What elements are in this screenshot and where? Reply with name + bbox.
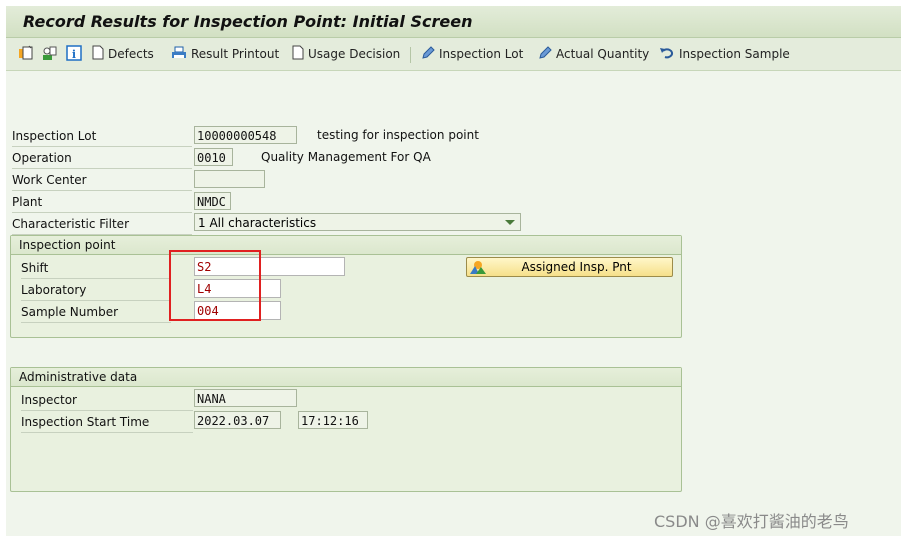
chevron-down-icon — [505, 220, 515, 225]
operation-field: 0010 — [194, 148, 233, 166]
result-printout-label: Result Printout — [191, 47, 280, 61]
inspection-lot-label: Inspection Lot — [12, 126, 192, 147]
result-printout-button[interactable]: Result Printout — [171, 45, 279, 63]
document-icon — [292, 45, 304, 63]
toolbar-separator — [410, 47, 411, 63]
inspection-lot-label: Inspection Lot — [439, 47, 524, 61]
title-bar: Record Results for Inspection Point: Ini… — [6, 6, 901, 38]
document-icon — [92, 45, 104, 63]
plant-field: NMDC — [194, 192, 231, 210]
inspector-field: NANA — [194, 389, 297, 407]
watermark: CSDN @喜欢打酱油的老鸟 — [654, 512, 849, 531]
operation-label: Operation — [12, 148, 192, 169]
svg-text:i: i — [72, 48, 76, 61]
plant-label: Plant — [12, 192, 192, 213]
operation-description: Quality Management For QA — [261, 150, 431, 164]
sample-number-label: Sample Number — [21, 302, 171, 323]
defects-label: Defects — [108, 47, 154, 61]
characteristic-filter-dropdown[interactable]: 1 All characteristics — [194, 213, 521, 231]
inspection-lot-description: testing for inspection point — [317, 128, 479, 142]
inspection-point-title: Inspection point — [11, 236, 681, 255]
assigned-insp-pnt-label: Assigned Insp. Pnt — [521, 260, 632, 274]
person-settings-icon — [41, 45, 57, 64]
inspection-start-time-field: 17:12:16 — [298, 411, 368, 429]
assigned-insp-pnt-button[interactable]: Assigned Insp. Pnt — [466, 257, 673, 277]
inspection-lot-field: 10000000548 — [194, 126, 297, 144]
new-entry-icon — [18, 45, 34, 64]
actual-quantity-label: Actual Quantity — [556, 47, 650, 61]
new-entry-button[interactable] — [18, 45, 38, 63]
administrative-data-title: Administrative data — [11, 368, 681, 387]
laboratory-label: Laboratory — [21, 280, 171, 301]
shift-label: Shift — [21, 258, 171, 279]
pencil-icon — [538, 45, 552, 63]
characteristic-filter-value: 1 All characteristics — [198, 216, 317, 230]
work-center-field — [194, 170, 265, 188]
defects-button[interactable]: Defects — [92, 45, 154, 63]
usage-decision-label: Usage Decision — [308, 47, 401, 61]
shift-input[interactable] — [194, 257, 345, 276]
pencil-icon — [421, 45, 435, 63]
inspection-sample-label: Inspection Sample — [679, 47, 790, 61]
info-button[interactable]: i — [66, 44, 86, 64]
laboratory-input[interactable] — [194, 279, 281, 298]
application-toolbar: i Defects Result Printout Usage Decision… — [6, 38, 901, 71]
work-center-label: Work Center — [12, 170, 192, 191]
printer-icon — [171, 46, 187, 63]
sample-number-input[interactable] — [194, 301, 281, 320]
characteristic-filter-label: Characteristic Filter — [12, 214, 192, 235]
actual-quantity-button[interactable]: Actual Quantity — [538, 45, 649, 63]
inspection-start-time-label: Inspection Start Time — [21, 412, 193, 433]
inspection-sample-button[interactable]: Inspection Sample — [659, 45, 790, 63]
inspection-lot-button[interactable]: Inspection Lot — [421, 45, 523, 63]
info-icon: i — [66, 44, 82, 64]
person-settings-button[interactable] — [41, 45, 61, 63]
page-title: Record Results for Inspection Point: Ini… — [23, 12, 473, 31]
undo-icon — [659, 46, 675, 63]
inspection-start-date-field: 2022.03.07 — [194, 411, 281, 429]
inspector-label: Inspector — [21, 390, 193, 411]
usage-decision-button[interactable]: Usage Decision — [292, 45, 400, 63]
